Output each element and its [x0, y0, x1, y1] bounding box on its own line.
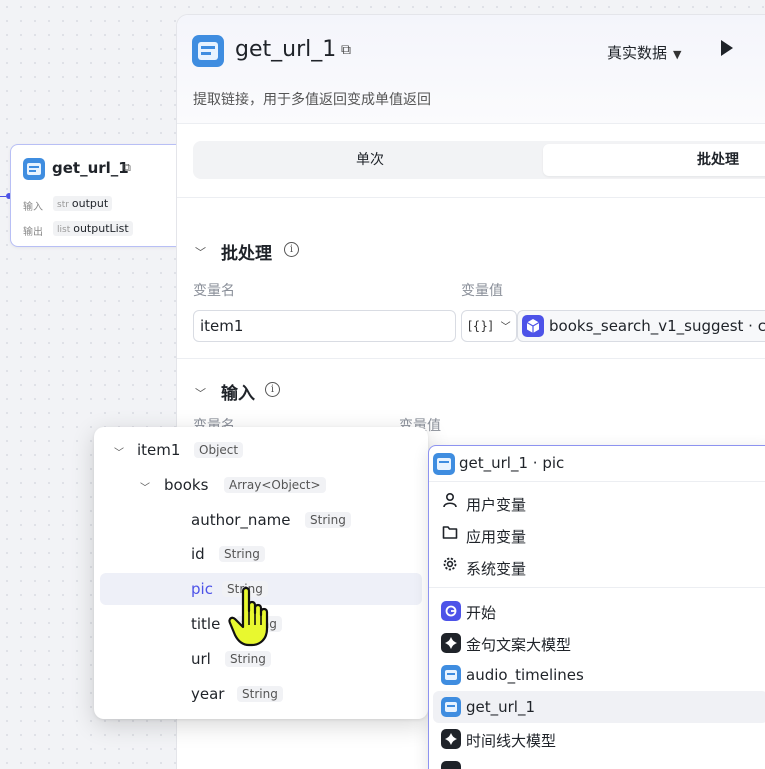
run-button[interactable]: [719, 39, 735, 62]
chevron-down-icon[interactable]: ﹀: [140, 479, 150, 494]
tree-item-type: Object: [194, 442, 244, 458]
var-group-label: 用户变量: [466, 496, 527, 514]
tree-item-books[interactable]: ﹀ books Array<Object>: [100, 469, 422, 501]
node-code-icon: [433, 453, 455, 475]
node-input-label: 输入: [23, 202, 43, 213]
var-group-label: 系统变量: [466, 560, 527, 578]
var-node-get-url[interactable]: get_url_1: [433, 691, 765, 723]
var-node-llm-quote[interactable]: 金句文案大模型: [433, 627, 765, 659]
chevron-down-icon: ﹀: [500, 322, 511, 333]
cube-icon: [522, 315, 544, 337]
chevron-down-icon[interactable]: ﹀: [114, 444, 124, 459]
tree-item-name: books: [164, 476, 209, 494]
var-group-app[interactable]: 应用变量: [433, 519, 765, 551]
tree-item-name: pic: [191, 580, 213, 598]
field-tree-popover: ﹀ item1 Object ﹀ books Array<Object> aut…: [94, 427, 428, 719]
var-group-label: 应用变量: [466, 528, 527, 546]
tree-item-type: String: [237, 686, 283, 702]
tree-item-item1[interactable]: ﹀ item1 Object: [100, 434, 422, 466]
node-output-chip: list outputList: [53, 221, 133, 236]
divider: [177, 358, 765, 359]
play-icon: [721, 40, 733, 56]
var-node-cutoff[interactable]: [433, 755, 765, 769]
panel-description: 提取链接，用于多值返回变成单值返回: [193, 92, 431, 108]
caret-down-icon: ▼: [673, 48, 682, 61]
var-group-user[interactable]: 用户变量: [433, 487, 765, 519]
selected-variable[interactable]: get_url_1 · pic: [429, 446, 765, 482]
chevron-down-icon[interactable]: ﹀: [195, 244, 206, 260]
divider: [177, 123, 765, 124]
chevron-down-icon[interactable]: ﹀: [195, 385, 206, 401]
batch-ref-select[interactable]: books_search_v1_suggest · c: [517, 310, 765, 342]
tree-item-name: year: [191, 685, 225, 703]
start-icon: [441, 601, 461, 621]
tree-item-type: Array<Object>: [224, 477, 326, 493]
var-node-start[interactable]: 开始: [433, 595, 765, 627]
tree-item-name: title: [191, 615, 221, 633]
var-node-audio-timelines[interactable]: audio_timelines: [433, 659, 765, 691]
header-code-icon: [192, 35, 224, 67]
node-title: get_url_1: [52, 159, 129, 177]
batch-section-title[interactable]: 批处理: [221, 239, 272, 264]
var-node-label: get_url_1: [466, 698, 536, 716]
divider: [177, 197, 765, 198]
mode-tabs: 单次 批处理: [193, 141, 765, 179]
tree-item-id[interactable]: id String: [100, 538, 422, 570]
copy-icon[interactable]: ⧉: [341, 42, 351, 58]
tree-item-type: String: [305, 512, 351, 528]
node-output-type: list: [57, 225, 71, 235]
gear-icon: [442, 556, 458, 576]
llm-icon: [441, 633, 461, 653]
info-icon[interactable]: i: [284, 242, 299, 257]
tree-item-name: author_name: [191, 511, 291, 529]
selected-variable-text: get_url_1 · pic: [459, 454, 565, 472]
tree-item-name: id: [191, 545, 205, 563]
var-group-system[interactable]: 系统变量: [433, 551, 765, 583]
batch-ref-value: books_search_v1_suggest · c: [549, 317, 765, 335]
canvas-node-get-url[interactable]: get_url_1 ⧉ 输入 str output 输出 list outputLi…: [10, 144, 190, 247]
var-node-label: 开始: [466, 604, 497, 622]
llm-icon: [441, 729, 461, 749]
user-icon: [442, 492, 458, 512]
node-code-icon: [441, 697, 461, 717]
divider: [429, 587, 765, 588]
node-code-icon: [23, 158, 45, 180]
var-node-label: 金句文案大模型: [466, 636, 572, 654]
tree-item-year[interactable]: year String: [100, 678, 422, 710]
node-input-type: str: [57, 200, 69, 210]
folder-icon: [442, 524, 458, 544]
node-code-icon: [441, 665, 461, 685]
node-input-chip: str output: [53, 196, 113, 211]
tab-single[interactable]: 单次: [197, 144, 543, 176]
batch-type-select[interactable]: [{}] ﹀: [461, 310, 517, 342]
node-output-label: 输出: [23, 227, 43, 238]
variable-selector: get_url_1 · pic 用户变量 应用变量 系统变量 开始 金句文案大模…: [428, 445, 765, 769]
copy-icon[interactable]: ⧉: [123, 161, 131, 175]
info-icon[interactable]: i: [265, 382, 280, 397]
node-output-value: outputList: [73, 222, 129, 235]
var-node-label: 时间线大模型: [466, 732, 557, 750]
inputs-section-title[interactable]: 输入: [221, 379, 255, 404]
var-node-llm-timeline[interactable]: 时间线大模型: [433, 723, 765, 755]
tab-batch[interactable]: 批处理: [543, 144, 765, 176]
tree-item-name: item1: [137, 441, 181, 459]
batch-col-name: 变量名: [193, 283, 235, 299]
hand-cursor-icon: [228, 585, 276, 655]
batch-col-value: 变量值: [461, 283, 503, 299]
tree-item-author-name[interactable]: author_name String: [100, 504, 422, 536]
data-mode-value: 真实数据: [607, 44, 668, 62]
tree-item-name: url: [191, 650, 211, 668]
data-mode-select[interactable]: 真实数据 ▼: [607, 42, 681, 63]
tree-item-type: String: [219, 546, 265, 562]
node-input-value: output: [71, 197, 109, 210]
llm-icon: [441, 761, 461, 769]
var-node-label: audio_timelines: [466, 666, 584, 684]
batch-type-value: [{}]: [468, 319, 493, 333]
batch-var-name-input[interactable]: item1: [193, 310, 456, 342]
panel-title[interactable]: get_url_1: [235, 37, 336, 62]
